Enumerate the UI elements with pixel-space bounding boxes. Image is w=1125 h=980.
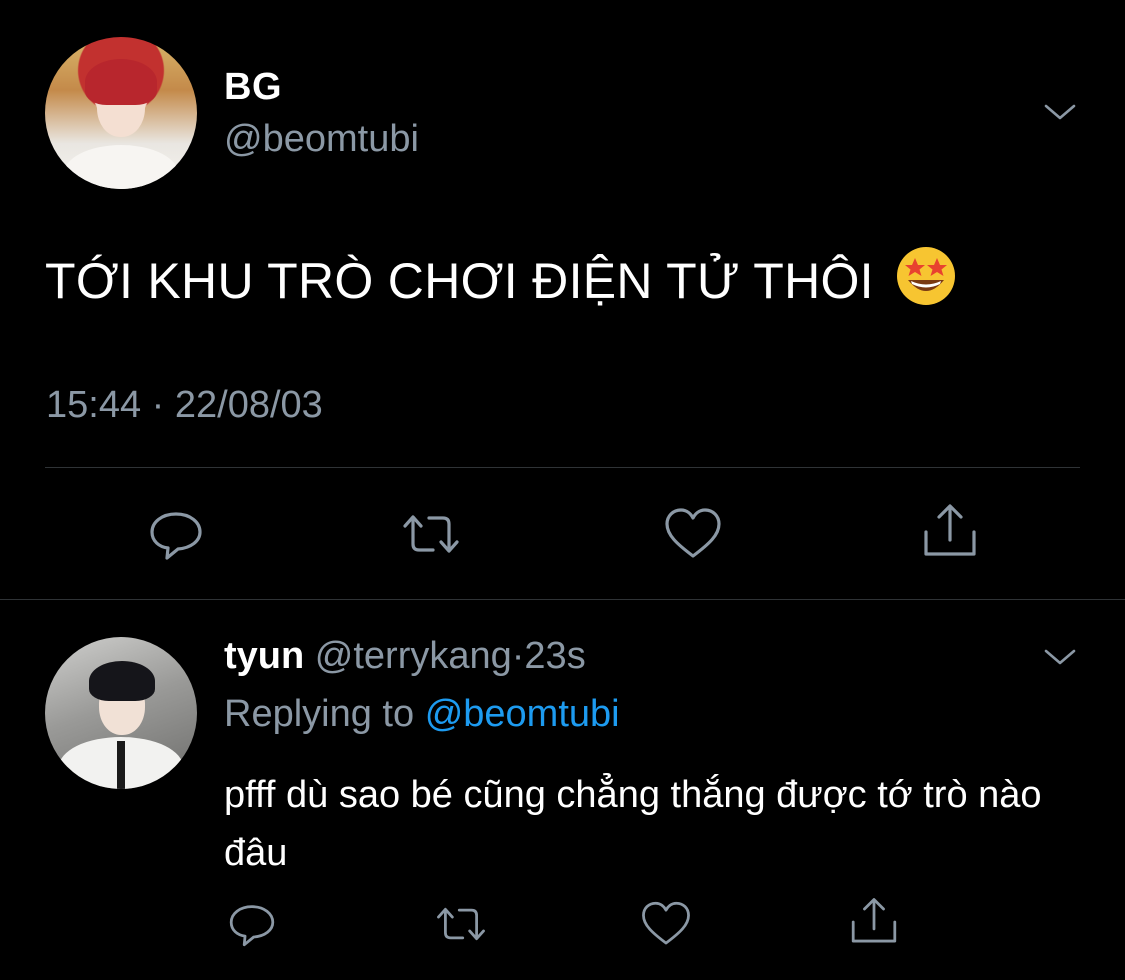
- author-display-name[interactable]: BG: [224, 66, 282, 109]
- tweet-text: TỚI KHU TRÒ CHƠI ĐIỆN TỬ THÔI: [45, 244, 958, 310]
- divider: [45, 467, 1080, 468]
- reply-author-avatar[interactable]: [45, 637, 197, 789]
- share-icon[interactable]: [920, 502, 980, 562]
- reply-handle[interactable]: @terrykang: [315, 635, 512, 677]
- reply-icon[interactable]: [146, 504, 206, 564]
- replying-to-line: Replying to @beomtubi: [224, 693, 620, 736]
- author-avatar[interactable]: [45, 37, 197, 189]
- reply-display-name[interactable]: tyun: [224, 635, 304, 677]
- like-icon[interactable]: [663, 504, 723, 564]
- retweet-icon[interactable]: [401, 504, 461, 564]
- reply-age[interactable]: 23s: [524, 635, 585, 677]
- replying-to-label: Replying to: [224, 693, 415, 735]
- like-icon[interactable]: [640, 898, 692, 950]
- replying-to-mention[interactable]: @beomtubi: [425, 693, 620, 735]
- reply-separator: ·: [511, 635, 525, 677]
- reply-header: tyun @terrykang·23s: [224, 635, 586, 678]
- section-divider: [0, 599, 1125, 600]
- share-icon[interactable]: [848, 896, 900, 948]
- reply-icon[interactable]: [226, 898, 278, 950]
- retweet-icon[interactable]: [433, 898, 489, 950]
- tweet-timestamp[interactable]: 15:44 · 22/08/03: [46, 384, 323, 427]
- avatar-shirt: [63, 145, 179, 189]
- tweet-text-content: TỚI KHU TRÒ CHƠI ĐIỆN TỬ THÔI: [45, 253, 874, 309]
- chevron-down-icon[interactable]: [1040, 98, 1080, 126]
- reply-text: pfff dù sao bé cũng chẳng thắng được tớ …: [224, 774, 1042, 874]
- avatar-hair: [85, 59, 157, 105]
- avatar-tie: [117, 741, 125, 789]
- avatar-hair: [89, 661, 155, 701]
- author-handle[interactable]: @beomtubi: [224, 118, 419, 161]
- chevron-down-icon[interactable]: [1040, 643, 1080, 671]
- star-struck-emoji-icon: [897, 247, 956, 305]
